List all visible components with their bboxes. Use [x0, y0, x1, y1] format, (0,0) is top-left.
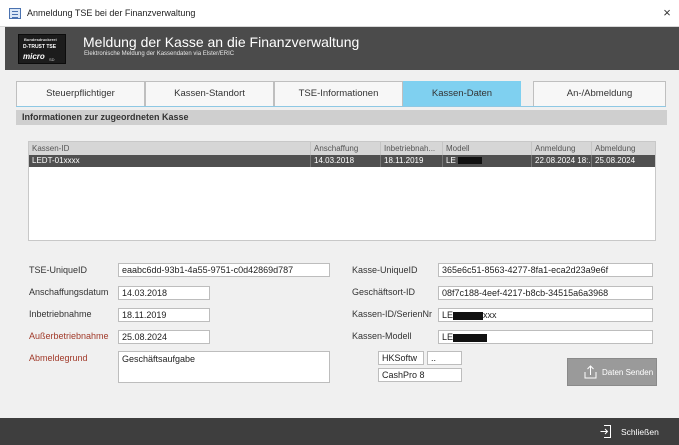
- inbetriebnahme-field[interactable]: 18.11.2019: [118, 308, 210, 322]
- daten-senden-button[interactable]: Daten Senden: [567, 358, 657, 386]
- section-header: Informationen zur zugeordneten Kasse: [16, 110, 667, 125]
- anschaffungsdatum-label: Anschaffungsdatum: [29, 287, 109, 297]
- anschaffungsdatum-field[interactable]: 14.03.2018: [118, 286, 210, 300]
- kasse-uniqueid-label: Kasse-UniqueID: [352, 265, 418, 275]
- tab-tse-informationen[interactable]: TSE-Informationen: [274, 81, 403, 106]
- tab-an-abmeldung[interactable]: An-/Abmeldung: [533, 81, 666, 106]
- tab-underline: [16, 106, 666, 107]
- table-row[interactable]: LEDT-01xxxx 14.03.2018 18.11.2019 LE 22.…: [29, 155, 655, 167]
- abmeldegrund-label: Abmeldegrund: [29, 353, 88, 363]
- logo-line-3: micro: [23, 52, 45, 61]
- kassen-modell-field[interactable]: LE: [438, 330, 653, 344]
- section-title: Informationen zur zugeordneten Kasse: [22, 112, 189, 122]
- abmeldegrund-field[interactable]: Geschäftsaufgabe: [118, 351, 330, 383]
- tse-logo: Bundesdruckerei D-TRUST TSE micro SD: [18, 34, 66, 64]
- page-subtitle: Elektronische Meldung der Kassendaten vi…: [84, 51, 235, 57]
- table-header: Kassen-ID Anschaffung Inbetriebnah... Mo…: [29, 142, 655, 155]
- tse-uniqueid-field[interactable]: eaabc6dd-93b1-4a55-9751-c0d42869d787: [118, 263, 330, 277]
- window-title: Anmeldung TSE bei der Finanzverwaltung: [27, 8, 196, 18]
- inbetriebnahme-label: Inbetriebnahme: [29, 309, 92, 319]
- app-form-icon: [9, 8, 21, 19]
- software-field[interactable]: CashPro 8: [378, 368, 462, 382]
- hersteller-extra-field[interactable]: ..: [427, 351, 462, 365]
- cell-modell-text: LE: [446, 156, 456, 165]
- cell-anmeldung: 22.08.2024 18:...: [532, 155, 592, 167]
- column-header-abmeldung[interactable]: Abmeldung: [592, 142, 655, 155]
- daten-senden-label: Daten Senden: [602, 368, 654, 377]
- tab-steuerpflichtiger[interactable]: Steuerpflichtiger: [16, 81, 145, 106]
- kassen-modell-value: LE: [442, 332, 454, 342]
- tab-kassen-daten[interactable]: Kassen-Daten: [403, 81, 521, 106]
- hersteller-field[interactable]: HKSoftw: [378, 351, 424, 365]
- redaction-block: [453, 333, 488, 342]
- cell-modell: LE: [443, 155, 532, 167]
- cell-inbetriebnahme: 18.11.2019: [381, 155, 443, 167]
- kasse-uniqueid-field[interactable]: 365e6c51-8563-4277-8fa1-eca2d23a9e6f: [438, 263, 653, 277]
- column-header-inbetriebnahme[interactable]: Inbetriebnah...: [381, 142, 443, 155]
- geschaeftsort-id-label: Geschäftsort-ID: [352, 287, 416, 297]
- column-header-anschaffung[interactable]: Anschaffung: [311, 142, 381, 155]
- cell-anschaffung: 14.03.2018: [311, 155, 381, 167]
- title-bar: Anmeldung TSE bei der Finanzverwaltung ×: [0, 0, 679, 27]
- seriennr-suffix: xxx: [483, 310, 497, 320]
- tse-uniqueid-label: TSE-UniqueID: [29, 265, 88, 275]
- kassen-id-seriennr-label: Kassen-ID/SerienNr: [352, 309, 433, 319]
- upload-icon: [584, 365, 597, 379]
- ausserbetriebnahme-field[interactable]: 25.08.2024: [118, 330, 210, 344]
- logo-line-2: D-TRUST TSE: [23, 44, 57, 50]
- schliessen-label: Schließen: [621, 427, 659, 437]
- kassen-modell-label: Kassen-Modell: [352, 331, 412, 341]
- column-header-anmeldung[interactable]: Anmeldung: [532, 142, 592, 155]
- ausserbetriebnahme-label: Außerbetriebnahme: [29, 331, 109, 341]
- cell-abmeldung: 25.08.2024: [595, 156, 636, 165]
- column-header-kassen-id[interactable]: Kassen-ID: [29, 142, 311, 155]
- column-header-modell[interactable]: Modell: [443, 142, 532, 155]
- window-close-button[interactable]: ×: [659, 5, 675, 21]
- kassen-id-seriennr-field[interactable]: LE xxx: [438, 308, 653, 322]
- app-window: Anmeldung TSE bei der Finanzverwaltung ×…: [0, 0, 679, 445]
- header-banner: Bundesdruckerei D-TRUST TSE micro SD Mel…: [5, 27, 679, 70]
- logo-line-1: Bundesdruckerei: [24, 37, 57, 42]
- redaction-block: [457, 157, 482, 165]
- redaction-block: [453, 311, 484, 320]
- footer-bar: Schließen: [0, 418, 679, 445]
- geschaeftsort-id-field[interactable]: 08f7c188-4eef-4217-b8cb-34515a6a3968: [438, 286, 653, 300]
- tab-kassen-standort[interactable]: Kassen-Standort: [145, 81, 274, 106]
- seriennr-prefix: LE: [442, 310, 454, 320]
- logo-line-4: SD: [49, 57, 55, 62]
- cell-kassen-id: LEDT-01xxxx: [29, 155, 311, 167]
- exit-icon: [600, 425, 611, 438]
- page-title: Meldung der Kasse an die Finanzverwaltun…: [83, 34, 360, 50]
- kassen-table: Kassen-ID Anschaffung Inbetriebnah... Mo…: [28, 141, 656, 241]
